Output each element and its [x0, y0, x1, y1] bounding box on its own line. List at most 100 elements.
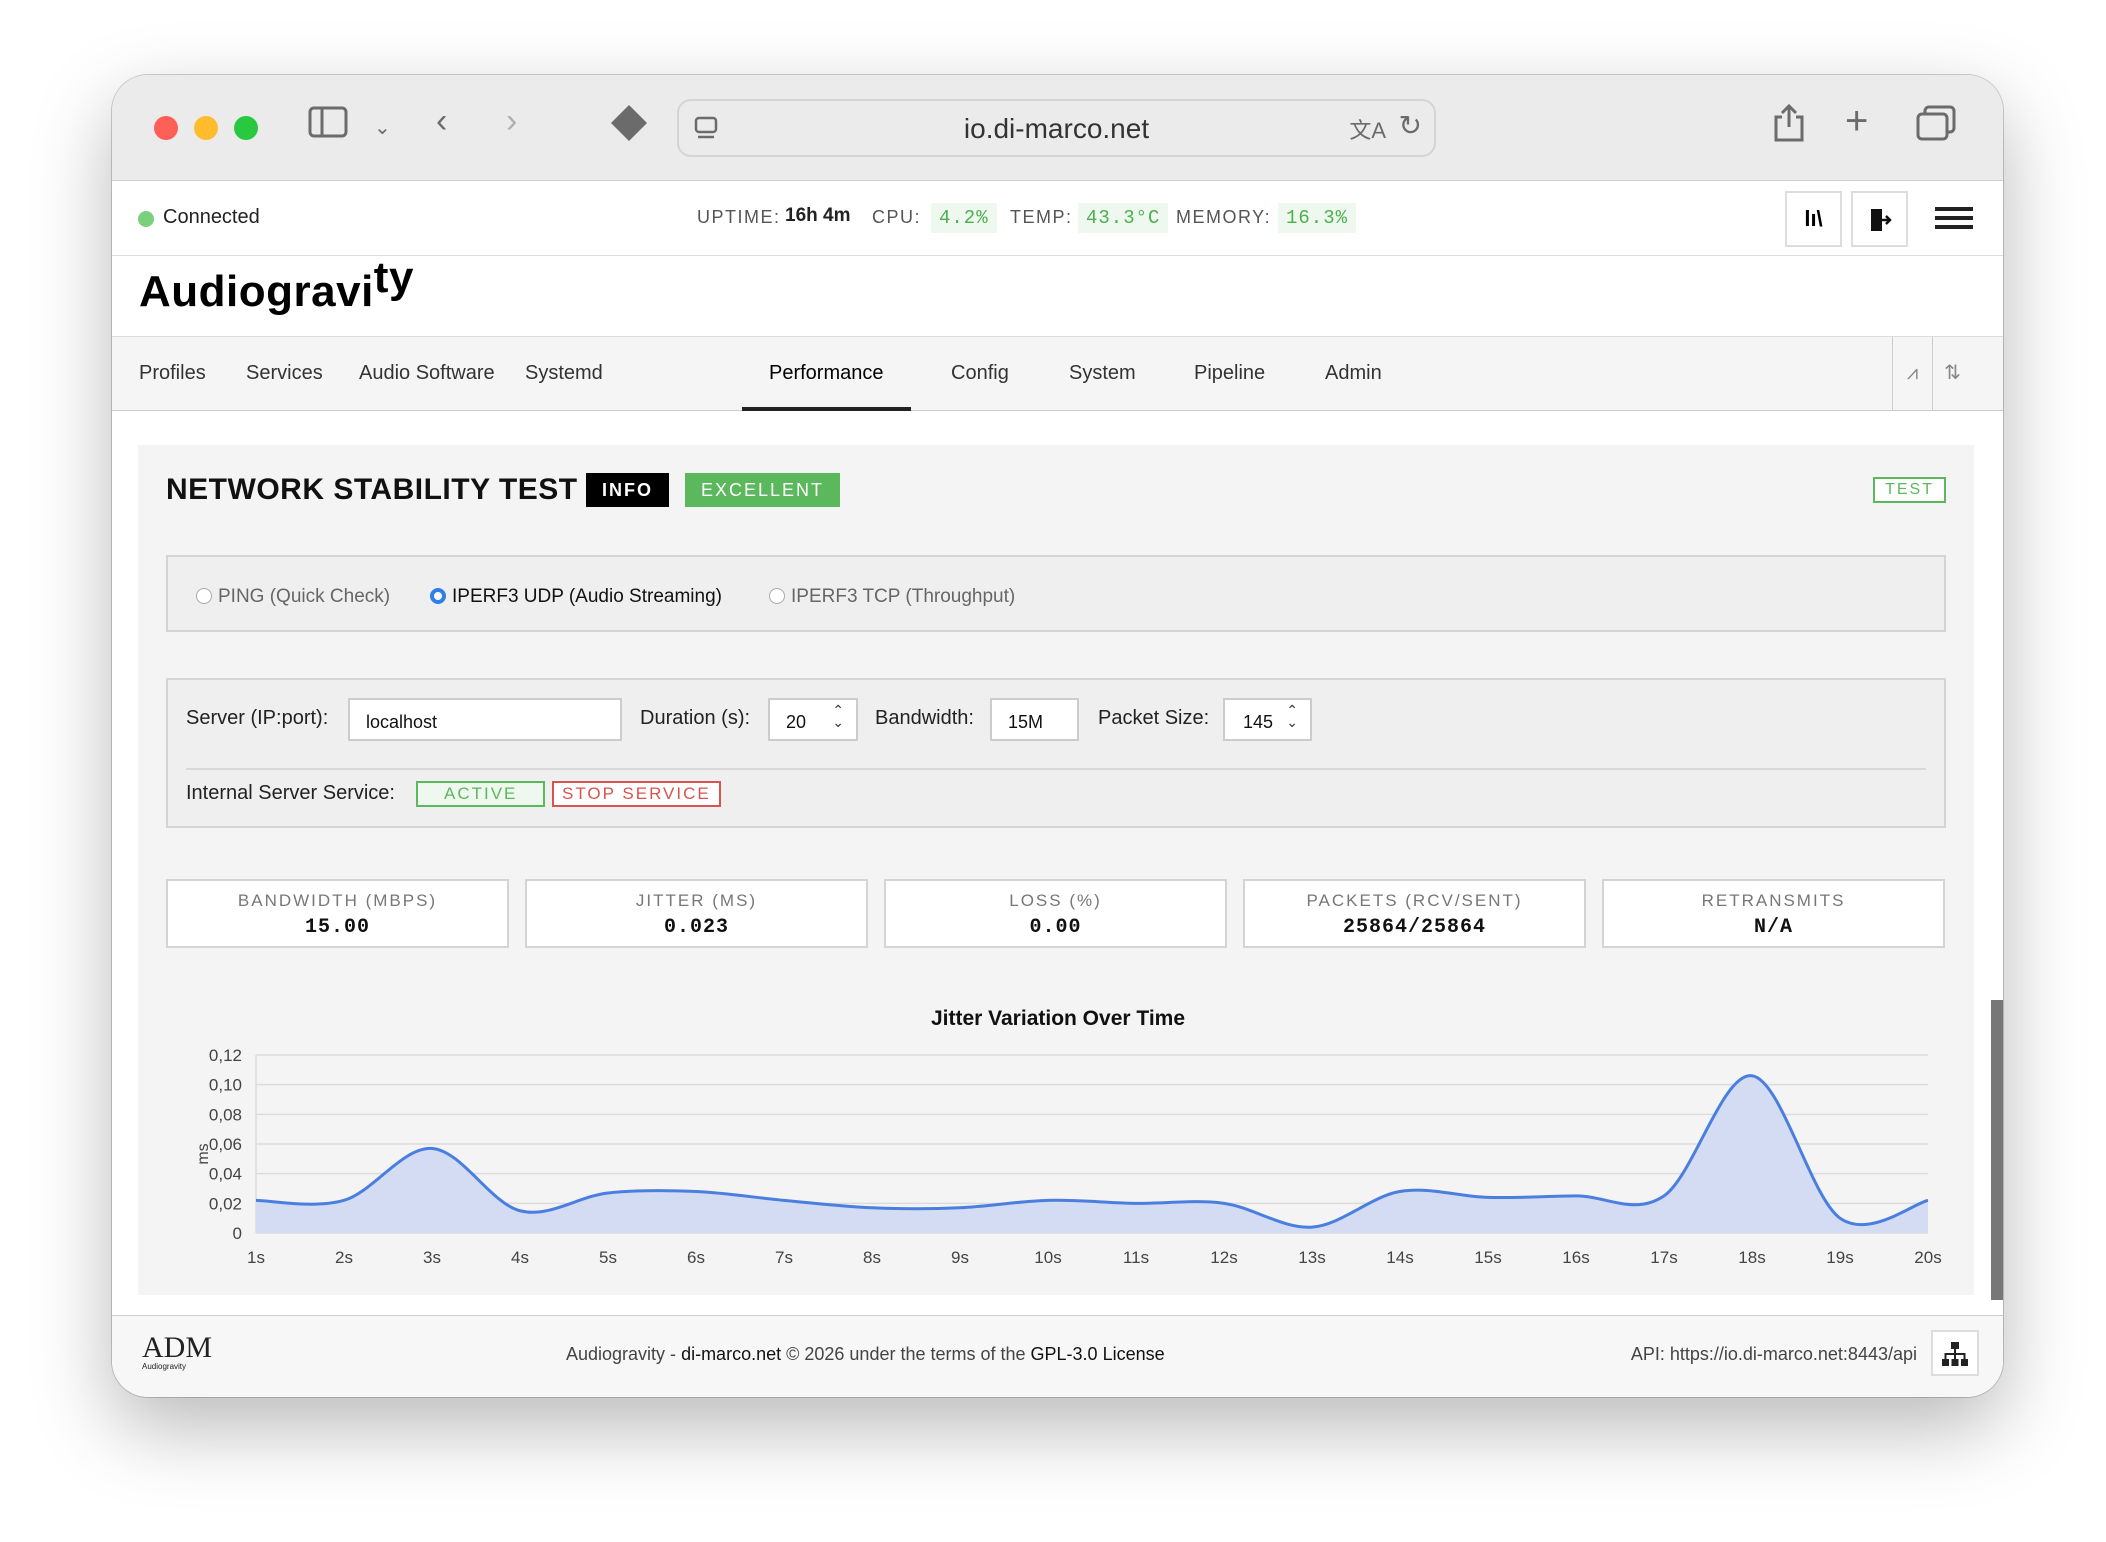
url-text: io.di-marco.net [963, 113, 1150, 144]
app-logo-main: Audiogravi [139, 267, 374, 316]
footer: ADM Audiogravity Audiogravity - di-marco… [112, 1315, 2003, 1397]
test-settings: Server (IP:port): localhost Duration (s)… [166, 678, 1946, 828]
app-logo: Audiogravity [139, 253, 414, 317]
tab-pipeline[interactable]: Pipeline [1167, 337, 1292, 411]
temp-label: TEMP: [1010, 207, 1073, 227]
uptime-label: UPTIME: [697, 207, 781, 227]
cpu-value: 4.2% [931, 203, 997, 233]
hamburger-menu-icon[interactable] [1935, 207, 1973, 229]
x-tick-label: 19s [1826, 1248, 1853, 1267]
x-tick-label: 11s [1123, 1248, 1149, 1267]
chevron-down-icon[interactable]: ⌄ [374, 108, 391, 148]
footer-api-url: API: https://io.di-marco.net:8443/api [1630, 1344, 1917, 1364]
translate-icon[interactable]: 文A [1349, 113, 1386, 145]
share-icon[interactable] [1772, 103, 1806, 152]
bandwidth-input[interactable]: 15M [990, 698, 1079, 741]
chart-icon[interactable]: ⩘ [1892, 337, 1932, 411]
tab-audio-software[interactable]: Audio Software [332, 337, 522, 411]
radio-iperf3-tcp-label: IPERF3 TCP (Throughput) [791, 586, 1016, 607]
metric-label: BANDWIDTH (MBPS) [237, 891, 438, 910]
x-tick-label: 12s [1210, 1248, 1237, 1267]
x-tick-label: 8s [863, 1248, 881, 1267]
reload-icon[interactable]: ↻ [1399, 109, 1422, 142]
metric-retransmits: RETRANSMITS N/A [1602, 879, 1945, 948]
memory-value: 16.3% [1278, 203, 1357, 233]
zoom-window-button[interactable] [234, 116, 258, 140]
footer-logo-text: ADM [142, 1331, 213, 1364]
jitter-area-fill [256, 1075, 1928, 1233]
x-tick-label: 18s [1738, 1248, 1765, 1267]
duration-label: Duration (s): [640, 707, 751, 729]
radio-iperf3-tcp-circle[interactable] [769, 588, 785, 604]
tab-performance[interactable]: Performance [742, 337, 911, 411]
bandwidth-input-value: 15M [1008, 712, 1044, 732]
stop-service-button[interactable]: STOP SERVICE [552, 781, 721, 807]
footer-license-link[interactable]: GPL-3.0 License [1031, 1344, 1165, 1364]
address-bar[interactable]: io.di-marco.net 文A ↻ [677, 99, 1436, 157]
packet-size-label: Packet Size: [1098, 707, 1210, 729]
x-tick-label: 7s [775, 1248, 793, 1267]
x-tick-label: 9s [951, 1248, 969, 1267]
forward-button[interactable]: › [506, 101, 517, 141]
close-window-button[interactable] [154, 116, 178, 140]
service-status-badge: ACTIVE [416, 781, 546, 807]
browser-toolbar: ⌄ ‹ › io.di-marco.net 文A ↻ + [112, 75, 2003, 181]
y-tick-label: 0,04 [209, 1165, 242, 1184]
tab-profiles[interactable]: Profiles [112, 337, 233, 411]
info-badge[interactable]: INFO [586, 473, 669, 507]
tab-system[interactable]: System [1042, 337, 1163, 411]
radio-iperf3-udp[interactable]: IPERF3 UDP (Audio Streaming) [430, 586, 722, 608]
service-label: Internal Server Service: [186, 782, 395, 804]
new-tab-icon[interactable]: + [1845, 101, 1868, 141]
x-tick-label: 16s [1562, 1248, 1589, 1267]
radio-iperf3-tcp[interactable]: IPERF3 TCP (Throughput) [769, 586, 1015, 608]
sidebar-toggle-icon[interactable] [308, 105, 348, 148]
minimize-window-button[interactable] [194, 116, 218, 140]
packet-size-input-value: 145 [1243, 712, 1274, 732]
server-label: Server (IP:port): [186, 707, 329, 729]
sort-icon[interactable]: ⇅ [1932, 337, 1972, 411]
y-tick-label: 0,06 [209, 1135, 242, 1154]
server-input[interactable]: localhost [348, 698, 622, 741]
metric-label: PACKETS (RCV/SENT) [1306, 891, 1523, 910]
packet-size-stepper-icon[interactable]: ⌃ ⌄ [1286, 703, 1298, 729]
tab-services[interactable]: Services [219, 337, 350, 411]
temp-value: 43.3°C [1078, 203, 1169, 233]
x-tick-label: 15s [1474, 1248, 1501, 1267]
y-tick-label: 0,02 [209, 1194, 242, 1213]
metric-label: RETRANSMITS [1701, 891, 1846, 910]
x-tick-label: 2s [335, 1248, 353, 1267]
x-tick-label: 17s [1650, 1248, 1677, 1267]
extension-icon[interactable] [609, 103, 649, 152]
metric-value: N/A [1753, 916, 1793, 939]
footer-copyright: Audiogravity - di-marco.net © 2026 under… [566, 1344, 1165, 1365]
tab-config[interactable]: Config [924, 337, 1036, 411]
browser-window: ⌄ ‹ › io.di-marco.net 文A ↻ + Connected U… [112, 75, 2003, 1397]
logout-icon[interactable] [1851, 191, 1908, 247]
scrollbar[interactable] [1991, 1000, 2003, 1300]
test-button[interactable]: TEST [1873, 477, 1946, 503]
y-tick-label: 0 [233, 1224, 242, 1243]
packet-size-input[interactable]: 145 ⌃ ⌄ [1223, 698, 1312, 741]
main-nav: Profiles Services Audio Software Systemd… [112, 336, 2003, 411]
footer-site-link[interactable]: di-marco.net [681, 1344, 781, 1364]
radio-ping[interactable]: PING (Quick Check) [196, 586, 390, 608]
radio-iperf3-udp-circle[interactable] [430, 588, 446, 604]
x-tick-label: 6s [687, 1248, 705, 1267]
sitemap-icon[interactable] [1931, 1330, 1979, 1376]
tab-overview-icon[interactable] [1916, 105, 1956, 150]
radio-ping-circle[interactable] [196, 588, 212, 604]
library-icon[interactable]: lı\ [1785, 191, 1842, 247]
back-button[interactable]: ‹ [436, 101, 447, 141]
tab-admin[interactable]: Admin [1298, 337, 1409, 411]
duration-input[interactable]: 20 ⌃ ⌄ [768, 698, 858, 741]
status-bar: Connected UPTIME: 16h 4m CPU: 4.2% TEMP:… [112, 181, 2003, 256]
metric-loss: LOSS (%) 0.00 [884, 879, 1227, 948]
server-input-value: localhost [366, 712, 438, 732]
tab-systemd[interactable]: Systemd [498, 337, 630, 411]
x-tick-label: 3s [423, 1248, 441, 1267]
x-tick-label: 14s [1386, 1248, 1413, 1267]
duration-stepper-icon[interactable]: ⌃ ⌄ [832, 703, 844, 729]
metric-value: 25864/25864 [1342, 916, 1487, 939]
x-tick-label: 20s [1914, 1248, 1941, 1267]
